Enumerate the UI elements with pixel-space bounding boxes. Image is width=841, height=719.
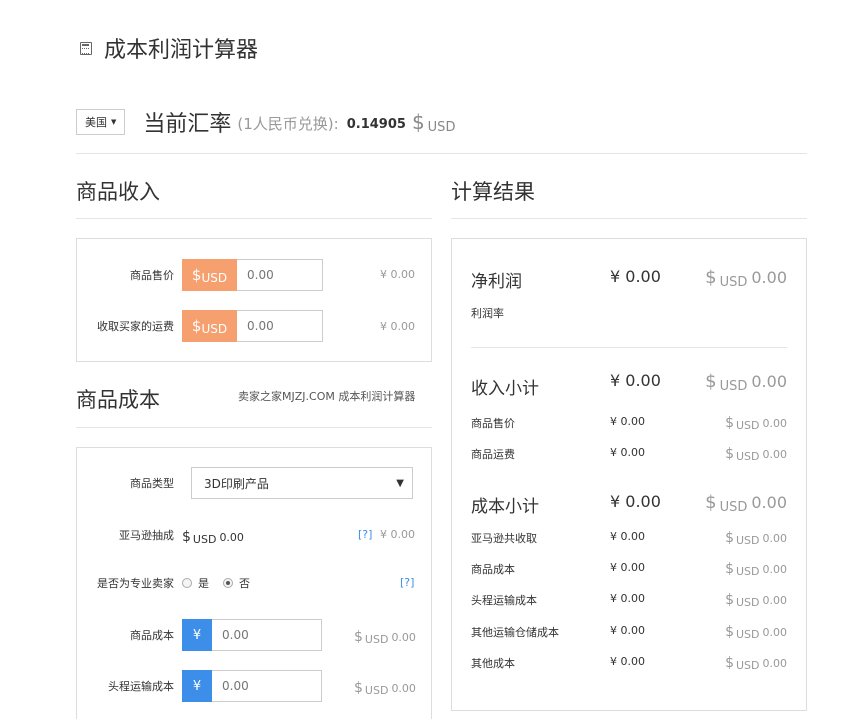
cost-row-pro-seller: 是否为专业卖家 是 否 xyxy=(77,567,264,599)
page-title-text: 成本利润计算器 xyxy=(104,38,259,63)
commission-cny: ¥ 0.00 xyxy=(380,528,415,541)
cost-row-commission: 亚马逊抽成 $ USD 0.00 xyxy=(77,519,244,551)
commission-usd: $ USD 0.00 xyxy=(182,528,244,546)
dollar-sign: $ xyxy=(411,110,425,134)
income-price-label: 商品售价 xyxy=(130,269,174,282)
net-profit-cny: ¥ 0.00 xyxy=(610,267,661,286)
exchange-rate-subtitle: (1人民币兑换): xyxy=(237,115,339,133)
product-type-select[interactable]: 3D印刷产品 ▼ xyxy=(191,467,413,499)
result-separator xyxy=(471,347,787,348)
exchange-rate-value: 0.14905 xyxy=(346,117,406,132)
net-profit-usd: $ USD 0.00 xyxy=(705,267,787,290)
product-cost-usd: $ USD 0.00 xyxy=(354,629,416,646)
income-row-price: 商品售价 $ USD xyxy=(77,259,323,291)
cost-subtotal-cny: ¥ 0.00 xyxy=(610,492,661,511)
first-leg-cost-label: 头程运输成本 xyxy=(108,680,174,693)
currency-unit: USD xyxy=(427,120,456,135)
product-type-label: 商品类型 xyxy=(130,477,174,490)
product-cost-input[interactable] xyxy=(212,619,322,651)
income-divider xyxy=(76,218,432,219)
cost-row-type: 商品类型 xyxy=(77,467,182,499)
cost-subtotal-row: 成本小计 ¥ 0.00 $ USD 0.00 xyxy=(471,492,787,520)
cost-subtotal-usd: $ USD 0.00 xyxy=(705,492,787,515)
first-leg-cost-usd: $ USD 0.00 xyxy=(354,680,416,697)
product-cost-label: 商品成本 xyxy=(130,629,174,642)
net-profit-row: 净利润 ¥ 0.00 $ USD 0.00 xyxy=(471,267,787,295)
income-panel: 商品售价 $USD ¥ 0.00 收取买家的运费 $USD ¥ 0.00 xyxy=(76,238,432,362)
income-subtotal-label: 收入小计 xyxy=(471,379,539,399)
income-section-title: 商品收入 xyxy=(76,180,160,204)
result-cost-row: 亚马逊共收取 ¥ 0.00 $ USD 0.00 xyxy=(471,530,787,547)
cost-row-product-cost: 商品成本 ¥ xyxy=(77,619,322,651)
result-cost-row: 头程运输成本 ¥ 0.00 $ USD 0.00 xyxy=(471,592,787,609)
result-income-row: 商品运费 ¥ 0.00 $ USD 0.00 xyxy=(471,446,787,463)
cost-divider xyxy=(76,427,432,428)
cny-addon: ¥ xyxy=(182,619,212,651)
income-subtotal-usd: $ USD 0.00 xyxy=(705,371,787,394)
margin-row: 利润率 xyxy=(471,305,787,325)
calculator-icon xyxy=(80,41,92,55)
income-row-shipping: 收取买家的运费 $ USD xyxy=(77,310,323,342)
cny-addon: ¥ xyxy=(182,670,212,702)
page-title: 成本利润计算器 xyxy=(80,32,258,64)
pro-seller-no-radio[interactable]: 否 xyxy=(223,575,250,591)
result-cost-row: 其他成本 ¥ 0.00 $ USD 0.00 xyxy=(471,655,787,672)
usd-addon: $ USD xyxy=(182,259,237,291)
result-income-row: 商品售价 ¥ 0.00 $ USD 0.00 xyxy=(471,415,787,432)
cost-subtotal-label: 成本小计 xyxy=(471,497,539,517)
income-shipping-input[interactable] xyxy=(237,310,323,342)
exchange-rate-title: 当前汇率 xyxy=(143,112,232,137)
radio-checked-icon xyxy=(223,578,233,588)
commission-help-link[interactable]: [?] xyxy=(358,528,372,541)
product-type-value: 3D印刷产品 xyxy=(204,476,269,491)
result-panel: 净利润 ¥ 0.00 $ USD 0.00 利润率 收入小计 ¥ 0.00 $ USD… xyxy=(451,238,807,711)
income-subtotal-cny: ¥ 0.00 xyxy=(610,371,661,390)
income-price-cny: ¥ 0.00 xyxy=(380,268,415,281)
commission-label: 亚马逊抽成 xyxy=(119,529,174,542)
radio-icon xyxy=(182,578,192,588)
result-divider xyxy=(451,218,807,219)
result-cost-row: 其他运输仓储成本 ¥ 0.00 $ USD 0.00 xyxy=(471,624,787,641)
pro-seller-help-link[interactable]: [?] xyxy=(400,576,414,589)
pro-seller-label: 是否为专业卖家 xyxy=(97,577,174,590)
cost-panel: 商品类型 3D印刷产品 ▼ 亚马逊抽成 $ USD 0.00 [?] ¥ 0.00 … xyxy=(76,447,432,719)
income-price-input[interactable] xyxy=(237,259,323,291)
caret-down-icon: ▼ xyxy=(111,118,117,126)
first-leg-cost-input[interactable] xyxy=(212,670,322,702)
caret-down-icon: ▼ xyxy=(396,477,404,489)
usd-addon: $ USD xyxy=(182,310,237,342)
exchange-rate-bar: 美国 ▼ 当前汇率 (1人民币兑换): 0.14905 $ USD xyxy=(76,106,807,154)
country-dropdown[interactable]: 美国 ▼ xyxy=(76,109,126,135)
cost-row-first-leg: 头程运输成本 ¥ xyxy=(77,670,322,702)
cost-note: 卖家之家MJZJ.COM 成本利润计算器 xyxy=(238,390,416,403)
income-subtotal-row: 收入小计 ¥ 0.00 $ USD 0.00 xyxy=(471,371,787,399)
cost-section-title: 商品成本 xyxy=(76,388,160,412)
income-shipping-label: 收取买家的运费 xyxy=(97,320,174,333)
result-cost-row: 商品成本 ¥ 0.00 $ USD 0.00 xyxy=(471,561,787,578)
pro-seller-yes-radio[interactable]: 是 xyxy=(182,575,209,591)
country-label: 美国 xyxy=(85,116,107,129)
margin-label: 利润率 xyxy=(471,307,504,320)
result-section-title: 计算结果 xyxy=(451,180,535,204)
net-profit-label: 净利润 xyxy=(471,272,522,292)
income-shipping-cny: ¥ 0.00 xyxy=(380,320,415,333)
